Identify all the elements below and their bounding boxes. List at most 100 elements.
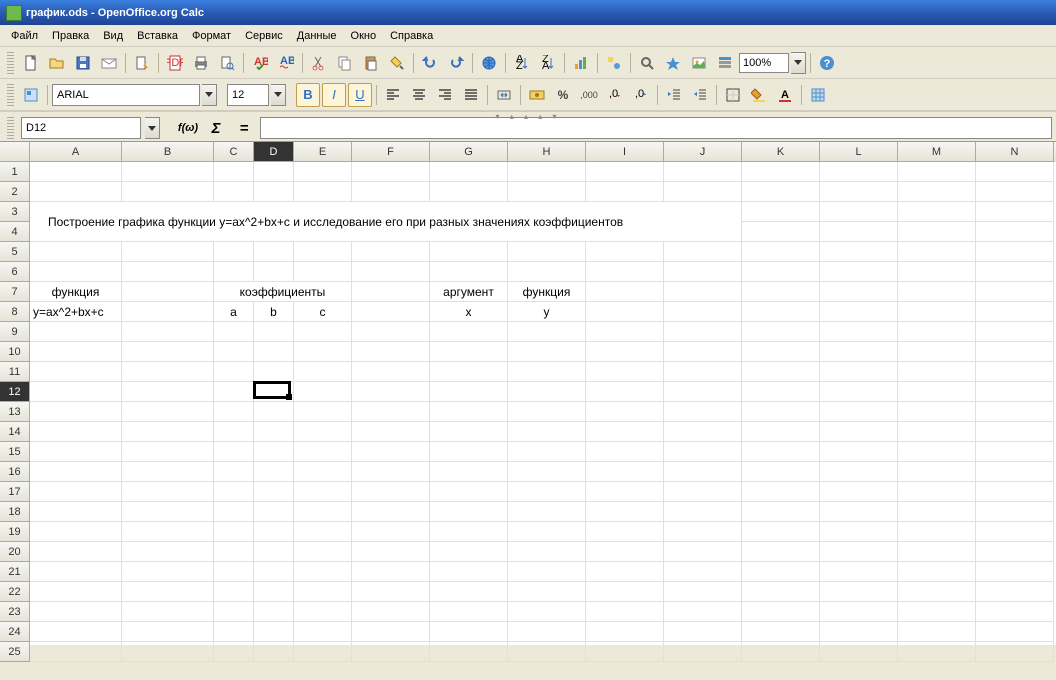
cell[interactable] [508, 622, 586, 642]
cell[interactable] [742, 222, 820, 242]
menu-data[interactable]: Данные [290, 27, 344, 45]
col-header-G[interactable]: G [430, 142, 508, 162]
cell[interactable] [352, 522, 430, 542]
font-size-dropdown[interactable] [271, 84, 286, 106]
cell[interactable] [586, 282, 664, 302]
cell[interactable] [254, 422, 294, 442]
cell[interactable] [214, 562, 254, 582]
cell[interactable] [352, 542, 430, 562]
align-justify-icon[interactable] [459, 83, 483, 107]
cell[interactable] [30, 402, 122, 422]
align-right-icon[interactable] [433, 83, 457, 107]
col-header-I[interactable]: I [586, 142, 664, 162]
cell[interactable] [122, 362, 214, 382]
cell[interactable] [664, 342, 742, 362]
function-wizard-icon[interactable]: f(ω) [176, 117, 200, 139]
cell[interactable] [586, 322, 664, 342]
background-color-icon[interactable] [747, 83, 771, 107]
cell[interactable] [898, 442, 976, 462]
cell[interactable] [430, 622, 508, 642]
cell[interactable] [664, 522, 742, 542]
cell[interactable] [254, 542, 294, 562]
row-header-5[interactable]: 5 [0, 242, 30, 262]
cell[interactable] [352, 502, 430, 522]
cell[interactable] [664, 602, 742, 622]
row-header-4[interactable]: 4 [0, 222, 30, 242]
cut-icon[interactable] [307, 51, 331, 75]
cell[interactable] [976, 262, 1054, 282]
zoom-input[interactable]: 100% [739, 53, 789, 73]
cell[interactable] [430, 182, 508, 202]
cell-content[interactable]: b [254, 302, 294, 322]
row-header-19[interactable]: 19 [0, 522, 30, 542]
cell[interactable] [254, 342, 294, 362]
cell[interactable] [586, 482, 664, 502]
cell[interactable] [976, 242, 1054, 262]
cell[interactable] [214, 362, 254, 382]
cell[interactable] [742, 182, 820, 202]
cell-content[interactable]: a [214, 302, 254, 322]
cell[interactable] [976, 502, 1054, 522]
cell[interactable] [820, 242, 898, 262]
cell[interactable] [30, 562, 122, 582]
cell[interactable] [214, 522, 254, 542]
cell[interactable] [820, 182, 898, 202]
cell[interactable] [742, 302, 820, 322]
cell[interactable] [30, 182, 122, 202]
cell[interactable] [30, 462, 122, 482]
undo-icon[interactable] [418, 51, 442, 75]
cell[interactable] [898, 602, 976, 622]
merge-cells-icon[interactable] [492, 83, 516, 107]
cell[interactable] [586, 182, 664, 202]
cell[interactable] [214, 242, 254, 262]
cell[interactable] [508, 442, 586, 462]
cell[interactable] [352, 642, 430, 662]
cell[interactable] [976, 602, 1054, 622]
cell[interactable] [820, 362, 898, 382]
currency-icon[interactable] [525, 83, 549, 107]
cell[interactable] [122, 382, 214, 402]
cell[interactable] [664, 542, 742, 562]
cell[interactable] [122, 162, 214, 182]
cell[interactable] [820, 482, 898, 502]
cell[interactable] [586, 622, 664, 642]
cell[interactable] [430, 422, 508, 442]
cell[interactable] [294, 502, 352, 522]
cell[interactable] [508, 262, 586, 282]
col-header-K[interactable]: K [742, 142, 820, 162]
cell[interactable] [352, 602, 430, 622]
cell[interactable] [586, 442, 664, 462]
cell[interactable] [30, 582, 122, 602]
cell[interactable] [294, 562, 352, 582]
cell[interactable] [898, 342, 976, 362]
edit-icon[interactable] [130, 51, 154, 75]
cell[interactable] [742, 242, 820, 262]
menu-format[interactable]: Формат [185, 27, 238, 45]
cell[interactable] [352, 342, 430, 362]
cell[interactable] [898, 462, 976, 482]
cell[interactable] [586, 302, 664, 322]
open-icon[interactable] [45, 51, 69, 75]
cell[interactable] [254, 362, 294, 382]
gripper[interactable] [7, 84, 14, 106]
cell[interactable] [122, 602, 214, 622]
cell[interactable] [122, 302, 214, 322]
hyperlink-icon[interactable] [477, 51, 501, 75]
font-color-icon[interactable]: A [773, 83, 797, 107]
cell[interactable] [742, 602, 820, 622]
cell[interactable] [508, 642, 586, 662]
cell[interactable] [898, 502, 976, 522]
cell[interactable] [508, 502, 586, 522]
cell[interactable] [898, 422, 976, 442]
name-box[interactable]: D12 [21, 117, 141, 139]
cell[interactable] [254, 582, 294, 602]
cell[interactable] [898, 322, 976, 342]
cell[interactable] [508, 582, 586, 602]
cell[interactable] [508, 342, 586, 362]
cell[interactable] [742, 162, 820, 182]
cell[interactable] [898, 222, 976, 242]
cell[interactable] [664, 382, 742, 402]
cell[interactable] [122, 182, 214, 202]
cell[interactable] [254, 462, 294, 482]
cell[interactable] [742, 622, 820, 642]
